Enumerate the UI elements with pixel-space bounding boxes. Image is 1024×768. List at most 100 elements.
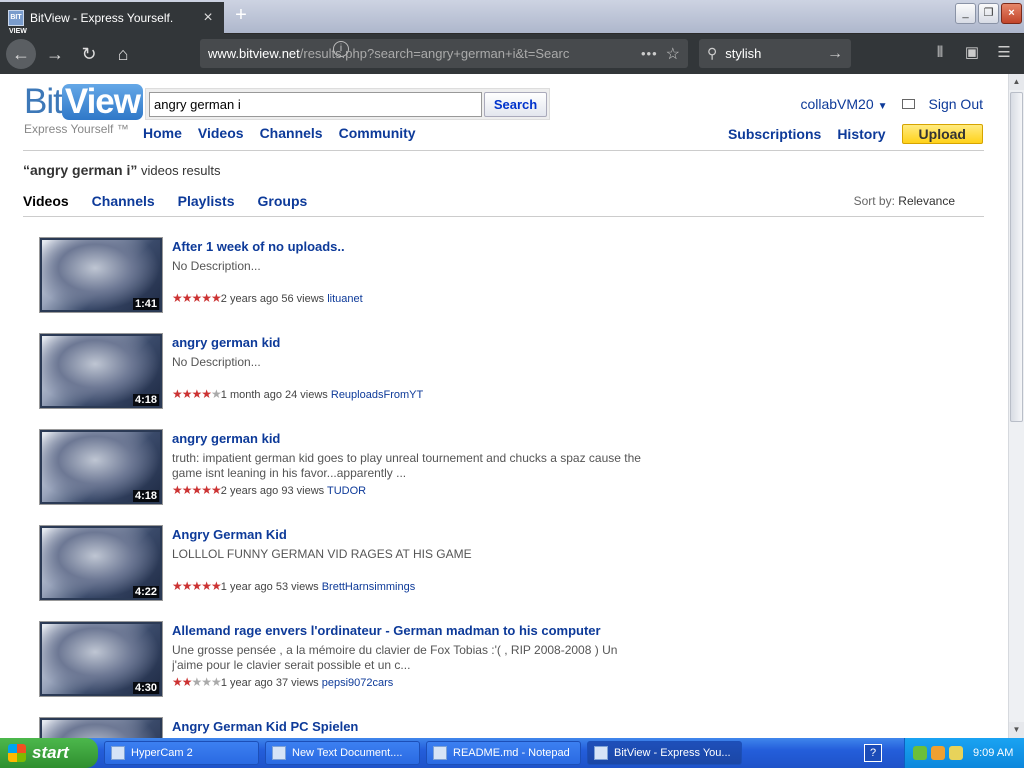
nav-channels[interactable]: Channels: [260, 125, 323, 141]
search-icon: ⚲: [707, 45, 718, 61]
clock: 9:09 AM: [973, 747, 1014, 759]
help-icon[interactable]: ?: [864, 744, 882, 762]
browser-tab[interactable]: BIT VIEW BitView - Express Yourself. ×: [0, 2, 224, 35]
video-title-link[interactable]: angry german kid: [172, 431, 642, 447]
author-link[interactable]: TUDOR: [327, 485, 366, 497]
author-link[interactable]: lituanet: [327, 293, 362, 305]
site-search-form: Search: [145, 88, 550, 120]
back-button[interactable]: ←: [6, 39, 36, 69]
task-bitview[interactable]: BitView - Express You...: [587, 741, 742, 765]
star-rating: ★★★★★: [172, 387, 222, 401]
browser-search-bar[interactable]: ⚲ stylish →: [699, 39, 851, 68]
maximize-button[interactable]: ❐: [978, 3, 999, 24]
minimize-button[interactable]: _: [955, 3, 976, 24]
result-item: 1:41 After 1 week of no uploads.. No Descr…: [39, 237, 739, 317]
video-title-link[interactable]: Angry German Kid: [172, 527, 642, 543]
video-thumbnail[interactable]: 1:41: [39, 237, 163, 313]
windows-logo-icon: [8, 744, 26, 762]
start-button[interactable]: start: [0, 738, 98, 768]
upload-button[interactable]: Upload: [901, 124, 983, 144]
sub-nav: Subscriptions History Upload: [728, 124, 983, 144]
tab-playlists[interactable]: Playlists: [178, 193, 235, 209]
author-link[interactable]: BrettHarnsimmings: [322, 581, 416, 593]
bookmark-star-icon[interactable]: ☆: [666, 44, 680, 64]
video-title-link[interactable]: angry german kid: [172, 335, 642, 351]
firefox-icon: [594, 746, 608, 760]
url-text[interactable]: www.bitview.net/results.php?search=angry…: [208, 46, 633, 61]
toolbar-icons: ⫴ ▣ ☰: [926, 39, 1018, 67]
video-duration: 4:22: [132, 586, 159, 598]
mail-icon[interactable]: [901, 99, 915, 109]
star-rating: ★★★★★: [172, 675, 222, 689]
author-link[interactable]: ReuploadsFromYT: [331, 389, 423, 401]
results-heading: “angry german i” videos results: [23, 162, 221, 178]
video-duration: 4:18: [132, 394, 159, 406]
nav-videos[interactable]: Videos: [198, 125, 244, 141]
menu-icon[interactable]: ☰: [990, 39, 1018, 67]
task-hypercam[interactable]: HyperCam 2: [104, 741, 259, 765]
subscriptions-link[interactable]: Subscriptions: [728, 126, 821, 142]
sidebar-icon[interactable]: ▣: [958, 39, 986, 67]
video-description: No Description...: [172, 355, 261, 369]
bitview-logo[interactable]: BitView Express Yourself ™: [24, 84, 143, 136]
tab-videos[interactable]: Videos: [23, 193, 69, 209]
video-duration: 4:30: [132, 682, 159, 694]
scrollbar-thumb[interactable]: [1010, 92, 1023, 422]
site-search-button[interactable]: Search: [484, 92, 547, 117]
video-description: Une grosse pensée , a la mémoire du clav…: [172, 643, 618, 672]
nav-community[interactable]: Community: [339, 125, 416, 141]
sort-by[interactable]: Sort by: Relevance: [854, 194, 955, 208]
library-icon[interactable]: ⫴: [926, 39, 954, 67]
video-thumbnail[interactable]: 4:18: [39, 429, 163, 505]
result-item: 4:30 Allemand rage envers l'ordinateur - …: [39, 621, 739, 701]
history-link[interactable]: History: [837, 126, 885, 142]
sign-out-link[interactable]: Sign Out: [929, 96, 983, 112]
url-bar[interactable]: i www.bitview.net/results.php?search=ang…: [200, 39, 688, 68]
result-item: 4:18 angry german kid No Description... ★★★…: [39, 333, 739, 413]
author-link[interactable]: pepsi9072cars: [322, 677, 394, 689]
search-tray-icon[interactable]: [949, 746, 963, 760]
network-icon[interactable]: [913, 746, 927, 760]
tab-groups[interactable]: Groups: [258, 193, 308, 209]
video-duration: 1:41: [132, 298, 159, 310]
star-rating: ★★★★★: [172, 579, 222, 593]
notepad-icon: [433, 746, 447, 760]
scroll-up-icon[interactable]: ▲: [1009, 74, 1024, 90]
new-tab-button[interactable]: +: [230, 5, 252, 27]
tab-close-icon[interactable]: ×: [200, 9, 216, 27]
home-button[interactable]: ⌂: [108, 39, 138, 69]
page-scrollbar[interactable]: ▲ ▼: [1008, 74, 1024, 738]
reload-button[interactable]: ↻: [74, 39, 104, 69]
user-bar: collabVM20 ▼ Sign Out: [800, 96, 983, 112]
video-duration: 4:18: [132, 490, 159, 502]
site-search-input[interactable]: [149, 92, 482, 117]
video-title-link[interactable]: After 1 week of no uploads..: [172, 239, 642, 255]
scroll-down-icon[interactable]: ▼: [1009, 722, 1024, 738]
result-item: Angry German Kid PC Spielen: [39, 717, 739, 738]
video-title-link[interactable]: Angry German Kid PC Spielen: [172, 719, 642, 735]
video-description: No Description...: [172, 259, 261, 273]
video-description: truth: impatient german kid goes to play…: [172, 451, 641, 480]
nav-home[interactable]: Home: [143, 125, 182, 141]
video-title-link[interactable]: Allemand rage envers l'ordinateur - Germ…: [172, 623, 642, 639]
search-go-icon[interactable]: →: [827, 45, 843, 63]
volume-icon[interactable]: [931, 746, 945, 760]
page-content: BitView Express Yourself ™ Search Home V…: [0, 74, 1008, 738]
video-thumbnail[interactable]: 4:22: [39, 525, 163, 601]
tab-channels[interactable]: Channels: [92, 193, 155, 209]
task-text-document[interactable]: New Text Document....: [265, 741, 420, 765]
video-thumbnail[interactable]: 4:30: [39, 621, 163, 697]
forward-button[interactable]: →: [40, 39, 70, 69]
hypercam-icon: [111, 746, 125, 760]
browser-search-text[interactable]: stylish: [725, 46, 761, 61]
task-readme[interactable]: README.md - Notepad: [426, 741, 581, 765]
tab-title: BitView - Express Yourself.: [30, 11, 174, 25]
taskbar: start HyperCam 2 New Text Document.... R…: [0, 738, 1024, 768]
close-window-button[interactable]: ×: [1001, 3, 1022, 24]
video-thumbnail[interactable]: 4:18: [39, 333, 163, 409]
video-thumbnail[interactable]: [39, 717, 163, 738]
page-actions-icon[interactable]: •••: [641, 46, 658, 61]
info-icon[interactable]: i: [333, 41, 349, 57]
user-menu[interactable]: collabVM20 ▼: [800, 96, 887, 112]
star-rating: ★★★★★: [172, 291, 222, 305]
